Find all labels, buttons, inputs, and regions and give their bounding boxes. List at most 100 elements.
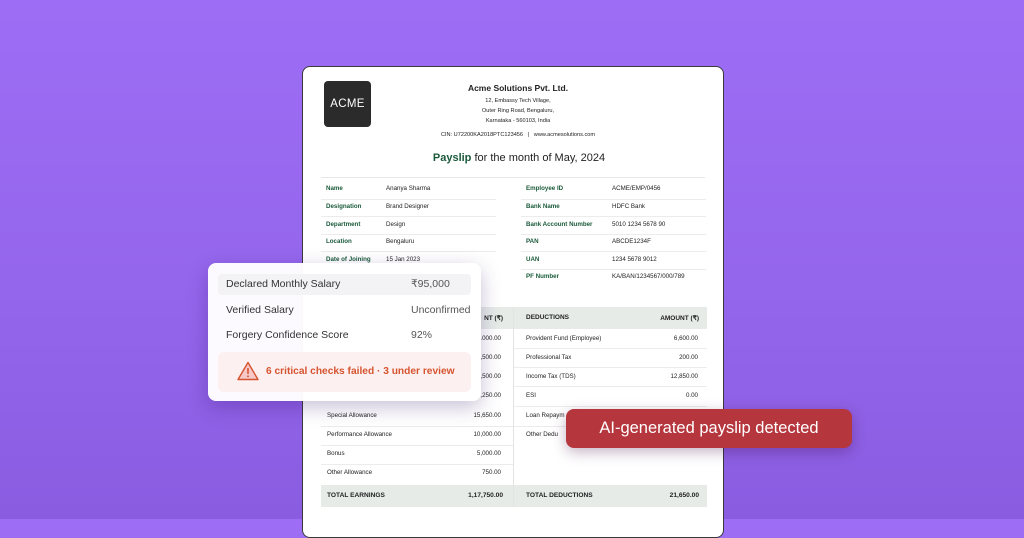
info-value: 15 Jan 2023 bbox=[386, 256, 421, 263]
info-label: Date of Joining bbox=[326, 256, 371, 263]
info-row-bank-account: Bank Account Number 5010 1234 5678 90 bbox=[526, 221, 665, 228]
divider bbox=[521, 216, 706, 217]
divider bbox=[321, 251, 496, 252]
earnings-amount: 15,650.00 bbox=[473, 412, 501, 419]
info-value: Design bbox=[386, 221, 406, 228]
verification-value: ₹95,000 bbox=[411, 278, 450, 290]
deductions-amount: 0.00 bbox=[685, 392, 698, 399]
info-label: Employee ID bbox=[526, 185, 564, 192]
info-row-date-of-joining: Date of Joining 15 Jan 2023 bbox=[326, 256, 420, 263]
deductions-amount: 200.00 bbox=[679, 354, 698, 361]
info-label: Designation bbox=[326, 203, 362, 210]
info-value: ABCDE1234F bbox=[612, 238, 651, 245]
earnings-amount: ,500.00 bbox=[480, 354, 501, 361]
info-label: PAN bbox=[526, 238, 539, 245]
earnings-amount: .000.00 bbox=[480, 335, 501, 342]
verification-row-forgery-score: Forgery Confidence Score 92% bbox=[218, 325, 471, 346]
divider bbox=[514, 348, 707, 349]
info-row-bank-name: Bank Name HDFC Bank bbox=[526, 203, 645, 210]
info-value: HDFC Bank bbox=[612, 203, 646, 210]
deductions-label: Professional Tax bbox=[526, 354, 572, 361]
info-row-designation: Designation Brand Designer bbox=[326, 203, 429, 210]
total-earnings-value: 1,17,750.00 bbox=[468, 492, 503, 499]
earnings-amount-header: NT (₹) bbox=[484, 315, 503, 322]
total-deductions-value: 21,650.00 bbox=[669, 492, 699, 499]
info-row-department: Department Design bbox=[326, 221, 405, 228]
earnings-label: Performance Allowance bbox=[327, 431, 393, 438]
divider bbox=[521, 234, 706, 235]
divider bbox=[321, 177, 705, 178]
verification-label: Declared Monthly Salary bbox=[226, 278, 341, 290]
deductions-amount-header: AMOUNT (₹) bbox=[660, 315, 699, 322]
alert-text: 6 critical checks failed · 3 under revie… bbox=[266, 366, 455, 377]
deductions-label: Income Tax (TDS) bbox=[526, 373, 576, 380]
info-row-employee-id: Employee ID ACME/EMP/0456 bbox=[526, 185, 661, 192]
company-header: Acme Solutions Pvt. Ltd. 12, Embassy Tec… bbox=[393, 83, 643, 138]
payslip-title-highlight: Payslip bbox=[432, 152, 472, 164]
verification-row-declared-salary: Declared Monthly Salary ₹95,000 bbox=[218, 274, 471, 295]
info-row-name: Name Ananya Sharma bbox=[326, 185, 430, 192]
info-value: ACME/EMP/0456 bbox=[612, 185, 661, 192]
deductions-label: ESI bbox=[526, 392, 536, 399]
deductions-label: Loan Repaym bbox=[526, 412, 565, 419]
divider bbox=[521, 199, 706, 200]
column-divider bbox=[513, 307, 514, 507]
warning-icon bbox=[237, 361, 259, 381]
verification-value: 92% bbox=[411, 329, 433, 341]
info-label: Bank Account Number bbox=[526, 221, 593, 228]
earnings-amount: 5,000.00 bbox=[476, 450, 501, 457]
ai-generated-badge: AI-generated payslip detected bbox=[566, 409, 852, 448]
divider bbox=[321, 426, 513, 427]
earnings-amount: 10,000.00 bbox=[473, 431, 501, 438]
verification-card: Declared Monthly Salary ₹95,000 Verified… bbox=[208, 263, 481, 401]
info-label: Bank Name bbox=[526, 203, 560, 210]
verification-label: Forgery Confidence Score bbox=[226, 329, 349, 341]
info-value: Ananya Sharma bbox=[386, 185, 431, 192]
earnings-amount: 750.00 bbox=[482, 469, 501, 476]
company-name: Acme Solutions Pvt. Ltd. bbox=[467, 83, 569, 93]
deductions-title: DEDUCTIONS bbox=[526, 314, 569, 321]
company-address-line: 12, Embassy Tech Village, bbox=[485, 98, 551, 104]
verification-value: Unconfirmed bbox=[411, 304, 471, 316]
deductions-amount: 12,850.00 bbox=[670, 373, 698, 380]
info-row-pan: PAN ABCDE1234F bbox=[526, 238, 651, 245]
divider bbox=[321, 199, 496, 200]
verification-row-verified-salary: Verified Salary Unconfirmed bbox=[218, 300, 471, 321]
info-label: Location bbox=[326, 238, 352, 245]
company-logo: ACME bbox=[324, 81, 371, 127]
payslip-title: Payslip for the month of May, 2024 bbox=[303, 152, 723, 164]
info-value: 5010 1234 5678 90 bbox=[612, 221, 666, 228]
critical-checks-alert: 6 critical checks failed · 3 under revie… bbox=[218, 352, 471, 392]
deductions-header: DEDUCTIONS AMOUNT (₹) bbox=[514, 307, 707, 329]
info-value: Bengaluru bbox=[386, 238, 415, 245]
deductions-label: Provident Fund (Employee) bbox=[526, 335, 602, 342]
info-row-pf-number: PF Number KA/BAN/1234567/000/789 bbox=[526, 273, 685, 280]
info-value: KA/BAN/1234567/000/789 bbox=[612, 273, 685, 280]
info-row-location: Location Bengaluru bbox=[326, 238, 414, 245]
earnings-label: Bonus bbox=[327, 450, 345, 457]
divider bbox=[514, 386, 707, 387]
total-deductions-row: TOTAL DEDUCTIONS 21,650.00 bbox=[514, 485, 707, 507]
deductions-amount: 6,600.00 bbox=[673, 335, 698, 342]
total-deductions-label: TOTAL DEDUCTIONS bbox=[526, 492, 593, 499]
info-value: Brand Designer bbox=[386, 203, 429, 210]
divider bbox=[514, 367, 707, 368]
info-row-uan: UAN 1234 5678 9012 bbox=[526, 256, 657, 263]
divider bbox=[321, 234, 496, 235]
total-earnings-label: TOTAL EARNINGS bbox=[327, 492, 385, 499]
info-label: Department bbox=[326, 221, 361, 228]
earnings-amount: ,250.00 bbox=[480, 392, 501, 399]
divider bbox=[521, 251, 706, 252]
total-earnings-row: TOTAL EARNINGS 1,17,750.00 bbox=[321, 485, 513, 507]
company-address-line: Outer Ring Road, Bengaluru, bbox=[481, 108, 555, 114]
verification-label: Verified Salary bbox=[226, 304, 294, 316]
payslip-title-rest: for the month of May, 2024 bbox=[471, 152, 606, 164]
company-address-line: Karnataka - 560103, India bbox=[485, 118, 551, 124]
divider bbox=[321, 216, 496, 217]
company-cin: CIN: U72200KA2018PTC123456 | www.acmesol… bbox=[440, 132, 596, 138]
earnings-amount: ,500.00 bbox=[480, 373, 501, 380]
divider bbox=[514, 406, 707, 407]
divider bbox=[521, 269, 706, 270]
info-label: UAN bbox=[526, 256, 540, 263]
earnings-label: Other Allowance bbox=[327, 469, 373, 476]
